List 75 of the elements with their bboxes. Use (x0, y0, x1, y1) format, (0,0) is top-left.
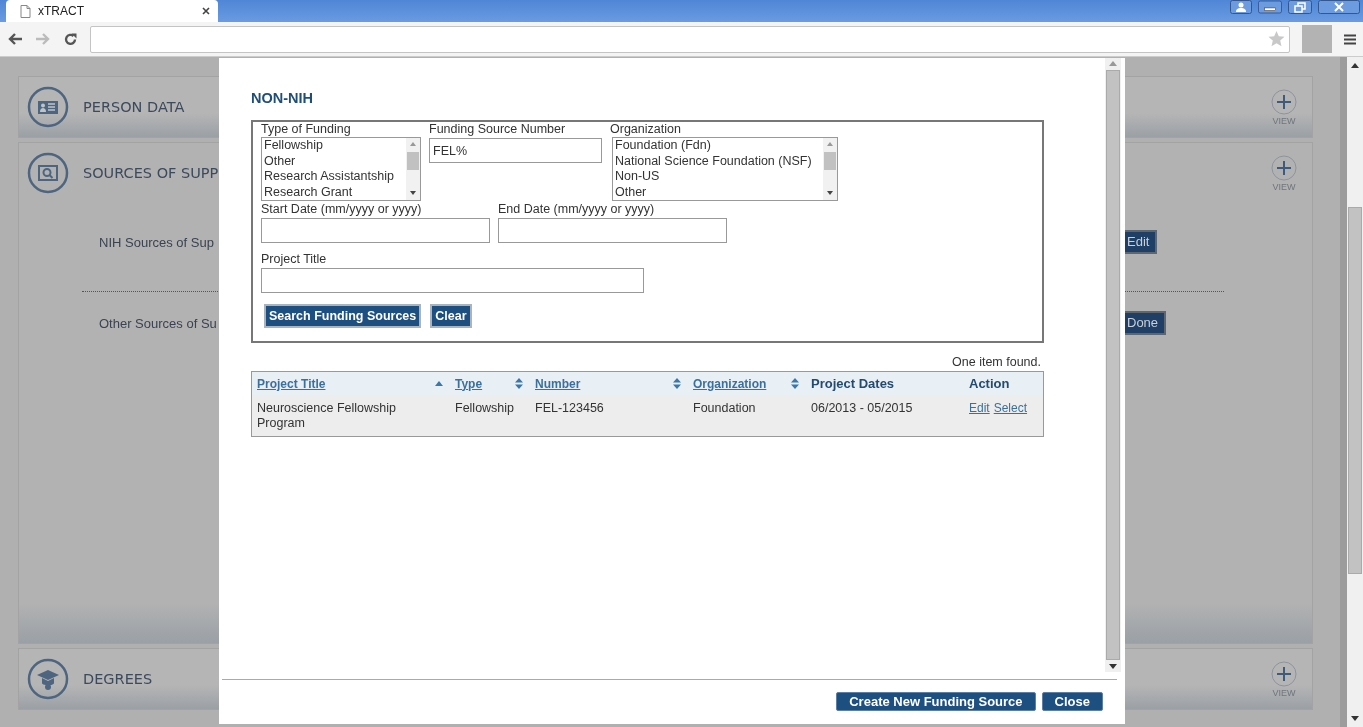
sort-icon[interactable] (673, 378, 681, 389)
back-arrow-icon[interactable] (7, 32, 23, 46)
close-window-icon[interactable] (1318, 0, 1360, 14)
list-scrollbar[interactable] (823, 138, 837, 200)
table-cell-text: Foundation (693, 401, 757, 417)
column-sort-link[interactable]: Number (535, 376, 581, 391)
tab-title: xTRACT (38, 4, 85, 18)
page-scrollbar[interactable] (1347, 57, 1363, 727)
organization-list[interactable]: Foundation (Fdn) National Science Foundation (NSF) Non-US Other (612, 137, 838, 201)
browser-tab[interactable]: xTRACT (6, 0, 218, 22)
table-cell-text: 06/2013 - 05/2015 (811, 401, 914, 417)
section-title: DEGREES (83, 671, 153, 687)
column-header: Action (969, 376, 1010, 391)
document-icon (20, 4, 31, 18)
dialog-title: NON-NIH (251, 90, 315, 106)
funding-number-field[interactable]: FEL% (429, 138, 602, 163)
subsection-button[interactable]: Edit (1123, 230, 1158, 254)
star-icon[interactable] (1268, 31, 1285, 47)
dialog-button[interactable]: Create New Funding Source (836, 692, 1036, 711)
scroll-up-arrow-icon[interactable] (1351, 63, 1359, 68)
start-date-field[interactable] (261, 218, 490, 243)
section-title: PERSON DATA (83, 99, 185, 115)
sort-ascending-icon[interactable] (435, 381, 443, 386)
subsection-label: NIH Sources of Sup (99, 234, 214, 250)
close-icon[interactable] (202, 7, 210, 15)
column-sort-link[interactable]: Organization (693, 376, 767, 391)
column-sort-link[interactable]: Type (455, 376, 483, 391)
column-sort-link[interactable]: Project Title (257, 376, 326, 391)
list-option[interactable]: National Science Foundation (NSF) (615, 153, 823, 169)
user-icon[interactable] (1230, 0, 1252, 14)
section-title: SOURCES OF SUPP (83, 165, 219, 181)
field-label: Organization (610, 122, 682, 137)
list-option[interactable]: Other (615, 184, 823, 200)
list-option[interactable]: Fellowship (264, 138, 406, 154)
list-option[interactable]: Non-US (615, 169, 823, 185)
form-button[interactable]: Clear (430, 304, 472, 328)
field-label: Type of Funding (261, 122, 352, 137)
sort-icon[interactable] (791, 378, 799, 389)
dialog-scrollbar[interactable] (1105, 58, 1121, 672)
list-option[interactable]: Research Grant (264, 184, 406, 200)
sort-icon[interactable] (515, 378, 523, 389)
form-button[interactable]: Search Funding Sources (264, 304, 422, 328)
field-label: Start Date (mm/yyyy or yyyy) (261, 202, 423, 217)
table-cell-text: FEL-123456 (535, 401, 605, 417)
field-label: Funding Source Number (429, 122, 567, 137)
id-card-icon (27, 86, 69, 128)
project-title-field[interactable] (261, 268, 644, 293)
subsection-label: Other Sources of Su (99, 315, 217, 331)
dialog-button[interactable]: Close (1041, 692, 1103, 711)
field-label: End Date (mm/yyyy or yyyy) (498, 202, 656, 217)
column-header: Project Dates (811, 376, 895, 391)
scroll-down-arrow-icon[interactable] (1109, 664, 1117, 669)
end-date-field[interactable] (498, 218, 727, 243)
type-of-funding-list[interactable]: Fellowship Other Research Assistantship Research Grant (261, 137, 421, 201)
results-count: One item found. (951, 355, 1041, 369)
row-action-link[interactable]: Select (993, 401, 1028, 431)
list-option[interactable]: Other (264, 153, 406, 169)
plus-icon (1271, 88, 1297, 115)
menu-icon[interactable] (1344, 33, 1356, 45)
minimize-icon[interactable] (1258, 0, 1282, 14)
table-cell-text: Fellowship (455, 401, 516, 417)
table-cell-text: Neuroscience Fellowship Program (257, 401, 397, 431)
restore-icon[interactable] (1288, 0, 1312, 14)
reload-icon[interactable] (63, 31, 78, 47)
row-action-link[interactable]: Edit (969, 401, 990, 431)
magnifier-document-icon (27, 152, 69, 194)
plus-icon (1271, 660, 1297, 687)
scroll-down-arrow-icon[interactable] (1351, 716, 1359, 721)
subsection-button[interactable]: Done (1123, 311, 1167, 335)
list-scrollbar[interactable] (406, 138, 420, 200)
list-option[interactable]: Foundation (Fdn) (615, 138, 823, 154)
list-option[interactable]: Research Assistantship (264, 169, 406, 185)
plus-icon (1271, 154, 1297, 181)
field-label: Project Title (261, 252, 328, 267)
graduation-cap-icon (27, 658, 69, 700)
